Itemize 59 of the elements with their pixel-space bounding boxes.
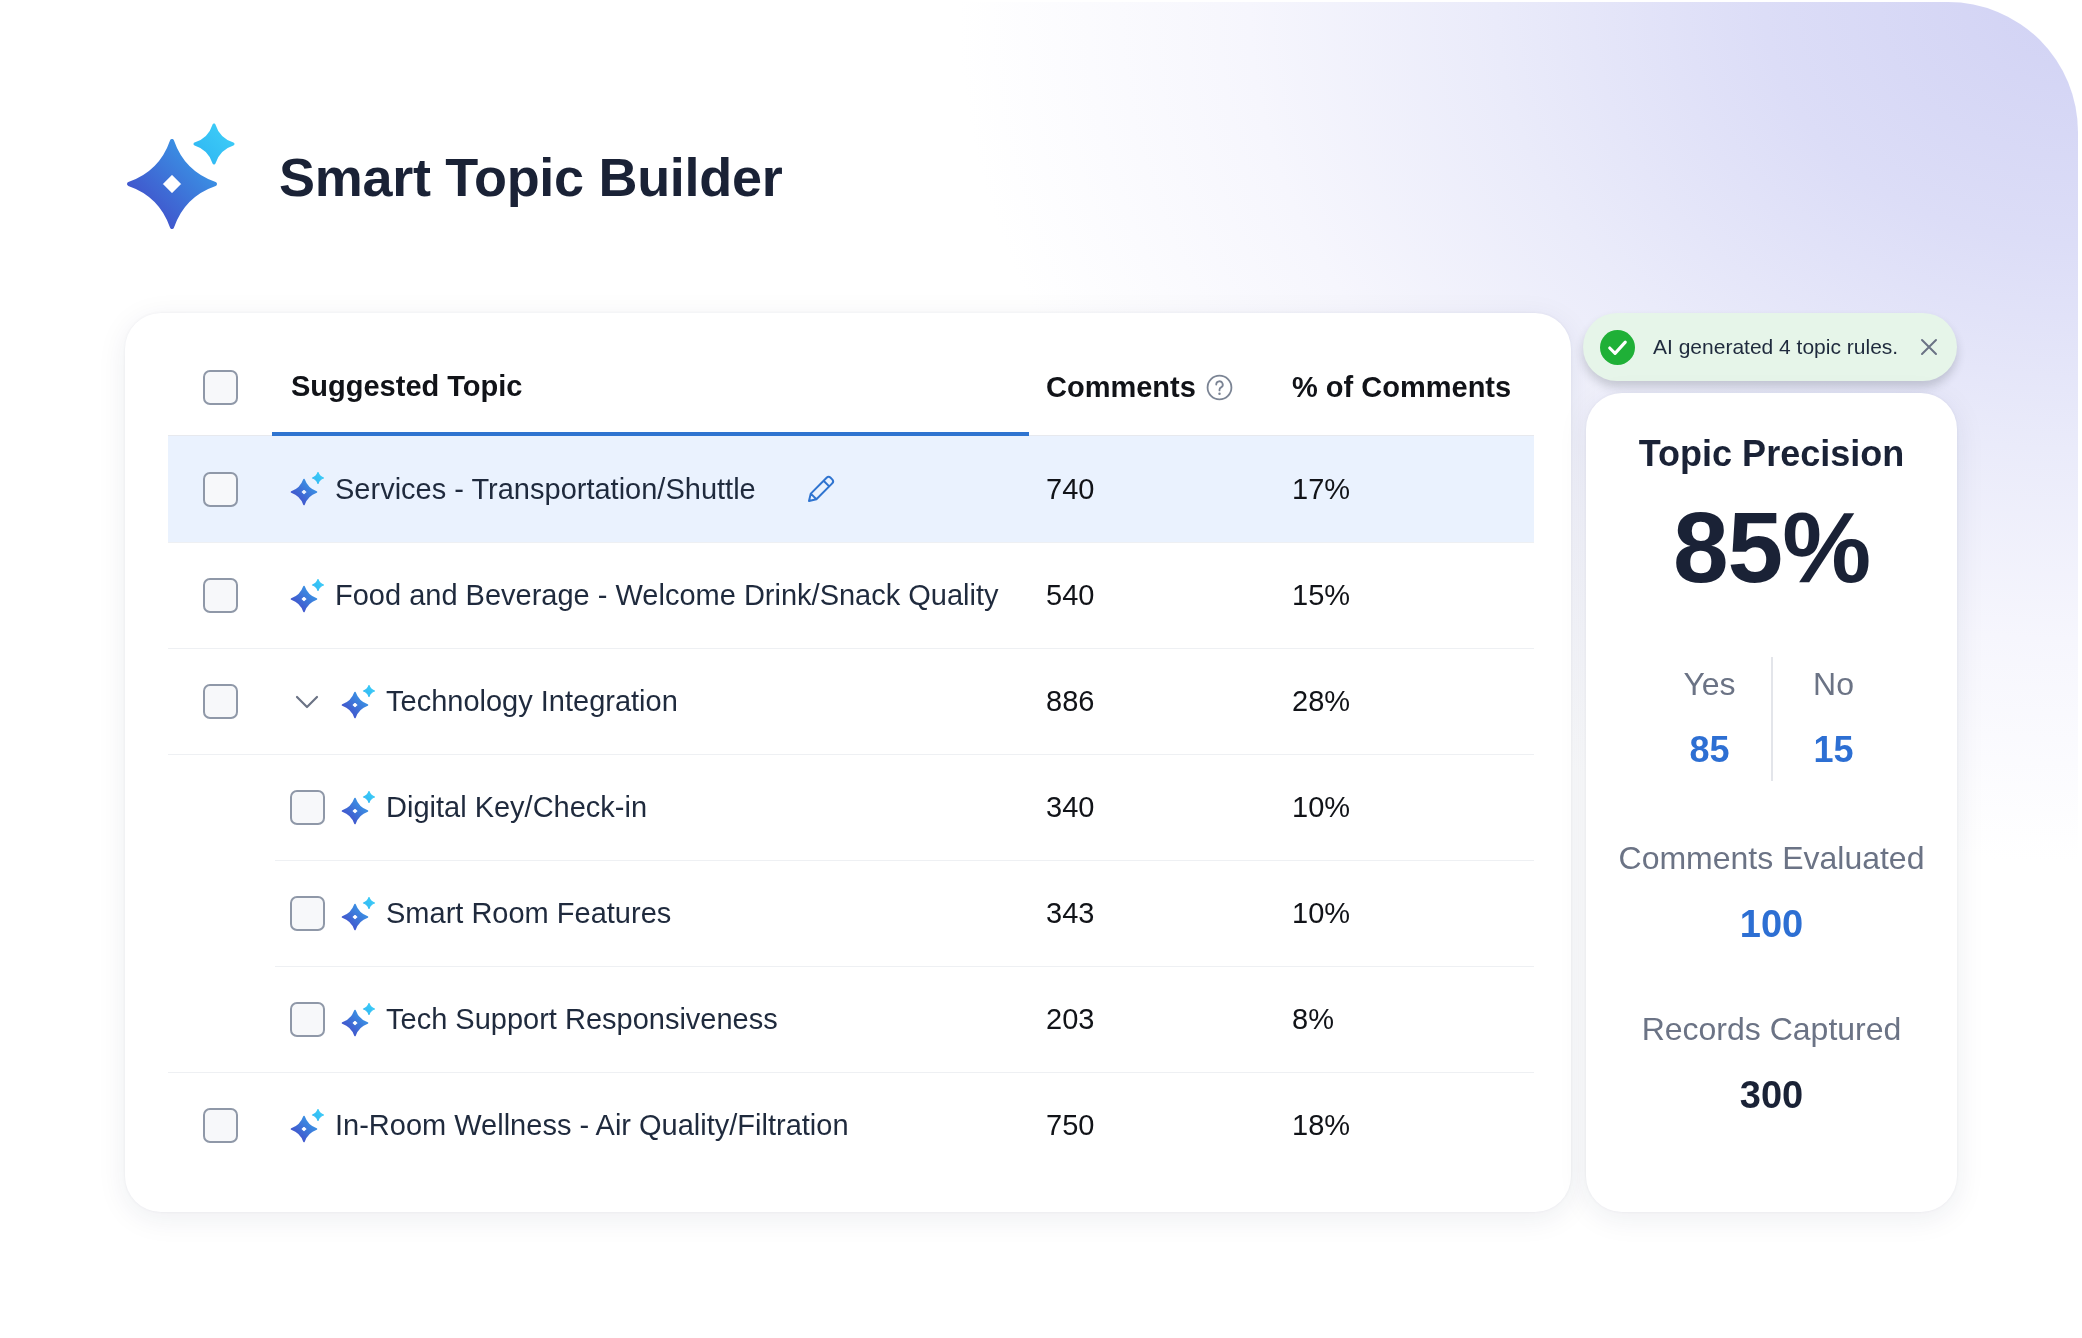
topic-name: Digital Key/Check-in [386, 791, 648, 824]
sparkle-icon [290, 472, 324, 506]
comment-count: 203 [1046, 1003, 1095, 1036]
checkbox[interactable] [203, 471, 238, 507]
page-title: Smart Topic Builder [279, 145, 783, 209]
stat-label: Records Captured [1641, 1011, 1902, 1047]
stat-value: 300 [1739, 1075, 1804, 1115]
column-header[interactable]: Comments [1046, 371, 1233, 404]
table-row[interactable]: Services - Transportation/Shuttle 740 17% [168, 436, 1534, 542]
comment-count: 886 [1046, 685, 1095, 718]
checkbox[interactable] [290, 790, 325, 825]
select-all-checkbox[interactable] [203, 370, 238, 405]
check-circle-icon [1600, 329, 1635, 365]
comment-percent: 17% [1292, 472, 1351, 506]
precision-value: 85% [1672, 497, 1871, 597]
comment-count: 343 [1046, 897, 1095, 930]
checkbox[interactable] [203, 684, 238, 719]
topic-name: Food and Beverage - Welcome Drink/Snack Quality [335, 579, 999, 612]
table-row[interactable]: Food and Beverage - Welcome Drink/Snack Quality 540 15% [168, 542, 1534, 648]
table-row[interactable]: In-Room Wellness - Air Quality/Filtration 750 18% [168, 1072, 1534, 1178]
checkbox[interactable] [290, 1002, 325, 1037]
count-link[interactable]: 85 [1689, 731, 1730, 769]
stat-label: Yes [1683, 666, 1736, 702]
comment-percent: 18% [1292, 1109, 1351, 1142]
count-link[interactable]: 100 [1739, 904, 1804, 944]
comment-count: 740 [1046, 472, 1095, 506]
comment-count: 340 [1046, 791, 1095, 824]
stat-label: Comments Evaluated [1618, 840, 1925, 876]
topic-name: Smart Room Features [386, 897, 672, 930]
sparkle-icon [341, 684, 375, 719]
sparkle-icon [341, 1002, 375, 1037]
close-icon[interactable] [1920, 338, 1938, 356]
chevron-down-icon[interactable] [295, 694, 319, 709]
comment-percent: 10% [1292, 897, 1351, 930]
topic-name: Tech Support Responsiveness [386, 1003, 778, 1036]
panel-title: Topic Precision [1638, 432, 1905, 476]
checkbox[interactable] [203, 578, 238, 613]
sparkle-icon [341, 896, 375, 931]
topic-name: Technology Integration [386, 685, 678, 718]
sparkle-icon [290, 578, 324, 613]
topic-name: Services - Transportation/Shuttle [335, 472, 756, 506]
comment-percent: 15% [1292, 579, 1351, 612]
checkbox[interactable] [290, 896, 325, 931]
sparkle-logo-icon [126, 122, 236, 232]
count-link[interactable]: 15 [1813, 731, 1854, 769]
stat-label: No [1813, 666, 1854, 702]
column-header[interactable]: % of Comments [1292, 371, 1512, 404]
sparkle-icon [290, 1108, 324, 1143]
table-row[interactable]: Technology Integration 886 28% [168, 648, 1534, 754]
sparkle-icon [341, 790, 375, 825]
checkbox[interactable] [203, 1108, 238, 1143]
comment-percent: 28% [1292, 685, 1351, 718]
comment-percent: 8% [1292, 1003, 1334, 1036]
comment-count: 540 [1046, 579, 1095, 612]
toast-message: AI generated 4 topic rules. [1653, 335, 1899, 359]
comment-count: 750 [1046, 1109, 1095, 1142]
help-icon[interactable] [1205, 374, 1233, 401]
comment-percent: 10% [1292, 791, 1351, 824]
topic-name: In-Room Wellness - Air Quality/Filtration [335, 1109, 849, 1142]
